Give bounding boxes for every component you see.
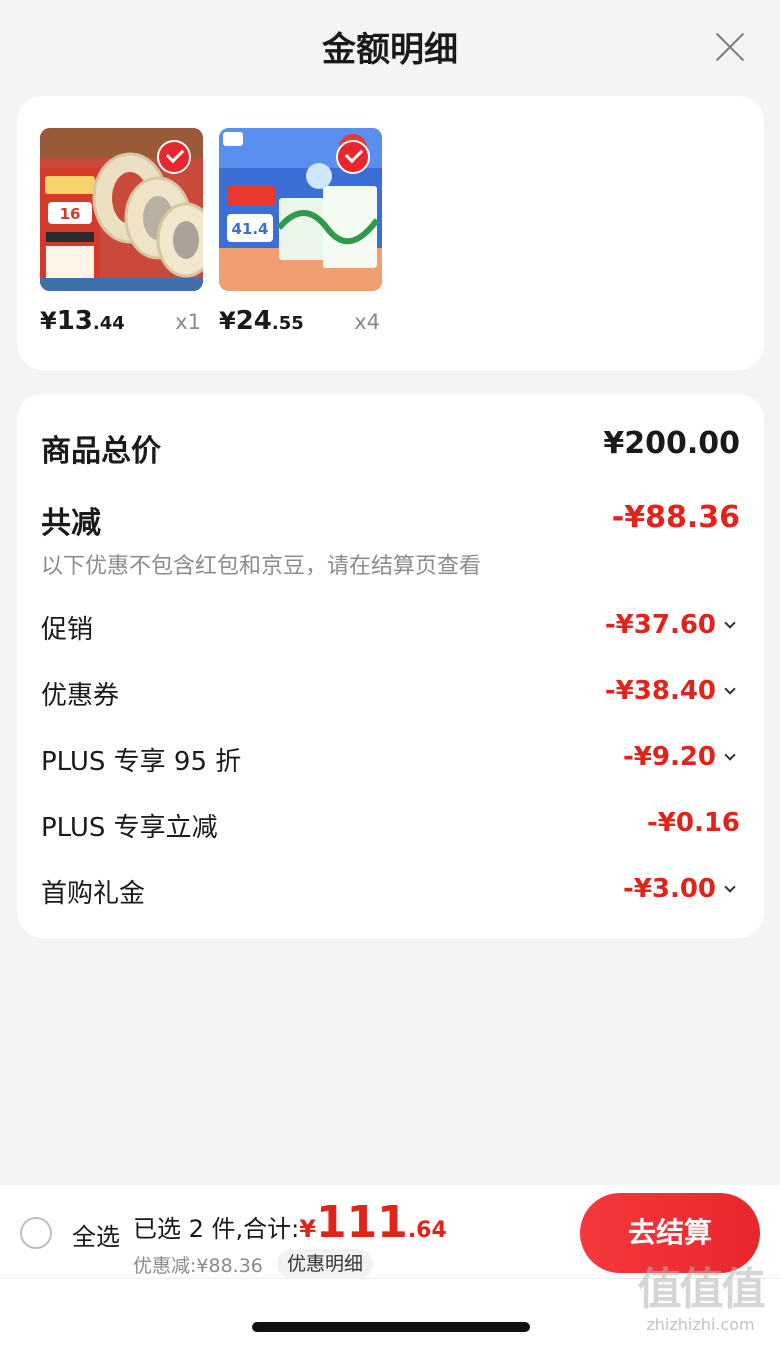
product-image: 16 [40,128,203,291]
product-item[interactable]: 41.4 ¥24.55 x4 [219,128,382,336]
product-quantity: x1 [175,310,201,334]
plus-discount-row[interactable]: -¥9.20 [622,742,736,772]
product-image: 41.4 [219,128,382,291]
home-indicator[interactable] [252,1322,530,1332]
coupon-value: -¥38.40 [604,676,716,706]
watermark-logo: 值值值 zhizhizhi.com [628,1265,773,1341]
product-price: ¥13.44 [40,306,125,336]
chevron-down-icon [724,880,736,893]
total-discount-value: -¥88.36 [611,500,740,535]
checkout-bar: 全选 已选 2 件,合计:¥111.64 优惠减:¥88.36 优惠明细 去结算… [0,1185,780,1348]
total-decimal: .64 [407,1218,447,1243]
coupon-label: 优惠券 [41,681,120,711]
page-title: 金额明细 [322,30,458,70]
plus-reduction-label: PLUS 专享立减 [41,813,218,843]
svg-text:16: 16 [60,205,81,223]
discount-detail-button[interactable]: 优惠明细 [277,1249,374,1279]
discount-summary: 优惠减:¥88.36 [133,1255,263,1277]
coupon-row[interactable]: -¥38.40 [604,676,736,706]
order-summary: 已选 2 件,合计:¥111.64 [133,1197,447,1248]
watermark-text: 值值值 [637,1264,766,1315]
promo-row[interactable]: -¥37.60 [604,610,736,640]
promo-label: 促销 [41,615,94,645]
plus-discount-label: PLUS 专享 95 折 [41,747,242,777]
svg-text:41.4: 41.4 [231,220,268,238]
discount-note: 以下优惠不包含红包和京豆，请在结算页查看 [41,554,482,579]
product-price: ¥24.55 [219,306,304,336]
goods-total-value: ¥200.00 [603,426,740,461]
total-discount-label: 共减 [41,506,101,541]
goods-total-label: 商品总价 [41,434,161,469]
checked-icon[interactable] [157,140,191,174]
product-item[interactable]: 16 ¥13.44 x1 [40,128,203,336]
first-purchase-row[interactable]: -¥3.00 [622,874,736,904]
chevron-down-icon [724,616,736,629]
plus-discount-value: -¥9.20 [622,742,716,772]
amount-detail-sheet: 金额明细 16 ¥13.44 x1 41.4 ¥24.55 x4 商品总价 ¥2… [0,0,780,1185]
checked-icon[interactable] [336,140,370,174]
total-currency: ¥ [299,1215,316,1243]
product-quantity: x4 [354,310,380,334]
first-purchase-label: 首购礼金 [41,879,146,909]
select-all-label[interactable]: 全选 [72,1217,120,1252]
checkout-button[interactable]: 去结算 [580,1193,760,1273]
selected-count-text: 已选 2 件,合计: [133,1215,300,1243]
promo-value: -¥37.60 [604,610,716,640]
first-purchase-value: -¥3.00 [622,874,716,904]
select-all-radio[interactable] [20,1217,52,1249]
total-integer: 111 [315,1197,408,1248]
chevron-down-icon [724,748,736,761]
products-card: 16 ¥13.44 x1 41.4 ¥24.55 x4 [17,96,764,370]
price-detail-card: 商品总价 ¥200.00 共减 -¥88.36 以下优惠不包含红包和京豆，请在结… [17,394,764,938]
plus-reduction-value: -¥0.16 [646,808,740,838]
watermark-url: zhizhizhi.com [646,1315,755,1334]
chevron-down-icon [724,682,736,695]
close-icon[interactable] [705,22,755,72]
